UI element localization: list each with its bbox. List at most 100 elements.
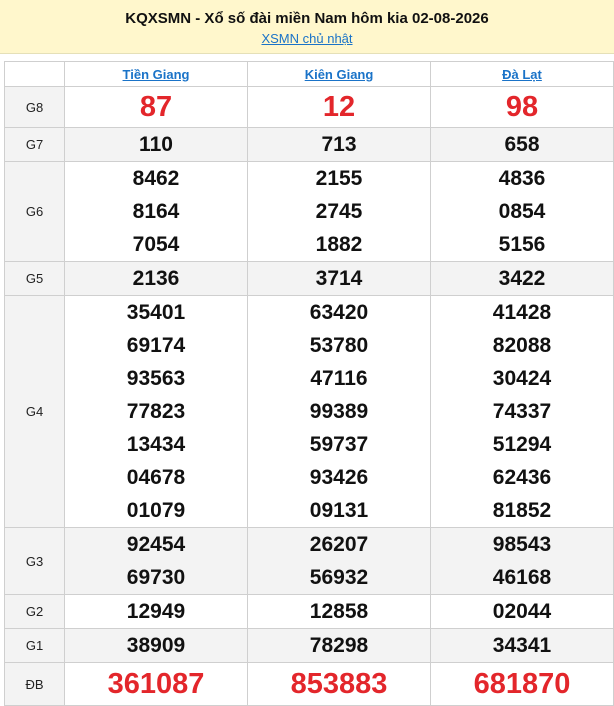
prize-header-cell [4, 61, 65, 87]
result-number: 26207 [309, 533, 369, 556]
result-number: 13434 [126, 433, 186, 456]
province-link-da-lat[interactable]: Đà Lạt [502, 67, 542, 82]
result-number: 0854 [498, 200, 546, 223]
result-number: 77823 [126, 400, 186, 423]
result-number: 69174 [126, 334, 186, 357]
prize-label: G6 [4, 161, 65, 262]
xsmn-sunday-link[interactable]: XSMN chủ nhật [261, 31, 352, 46]
result-number: 93426 [309, 466, 369, 489]
result-number: 98 [505, 91, 539, 123]
result-number: 09131 [309, 499, 369, 522]
result-cell: 110 [64, 127, 248, 162]
result-number: 81852 [492, 499, 552, 522]
prize-row-8: ĐB 361087 853883 681870 [4, 662, 614, 706]
result-cell: 35401 69174 93563 77823 13434 04678 01079 [64, 295, 248, 528]
result-number: 34341 [492, 634, 552, 657]
result-cell: 12949 [64, 594, 248, 629]
result-number: 98543 [492, 533, 552, 556]
prize-row-2: G6 8462 8164 7054 2155 2745 1882 4836 0854 5156 [4, 161, 614, 262]
result-cell: 3422 [430, 261, 614, 296]
prize-label: ĐB [4, 662, 65, 706]
result-number: 69730 [126, 566, 186, 589]
result-number: 38909 [126, 634, 186, 657]
result-number: 51294 [492, 433, 552, 456]
result-number: 01079 [126, 499, 186, 522]
result-cell: 87 [64, 86, 248, 128]
province-header-row: Tiền Giang Kiên Giang Đà Lạt [4, 61, 614, 87]
result-number: 3422 [498, 267, 546, 290]
province-link-kien-giang[interactable]: Kiên Giang [305, 67, 374, 82]
prize-row-1: G7 110 713 658 [4, 127, 614, 162]
result-number: 12 [322, 91, 356, 123]
province-header-cell: Đà Lạt [430, 61, 614, 87]
prize-row-6: G2 12949 12858 02044 [4, 594, 614, 629]
prize-row-3: G5 2136 3714 3422 [4, 261, 614, 296]
result-number: 8462 [132, 167, 180, 190]
result-cell: 41428 82088 30424 74337 51294 62436 81852 [430, 295, 614, 528]
prize-row-4: G4 35401 69174 93563 77823 13434 04678 01079 634… [4, 295, 614, 528]
result-number: 63420 [309, 301, 369, 324]
result-number: 2745 [315, 200, 363, 223]
prize-row-7: G1 38909 78298 34341 [4, 628, 614, 663]
result-number: 853883 [290, 668, 388, 700]
result-cell: 92454 69730 [64, 527, 248, 595]
result-number: 92454 [126, 533, 186, 556]
result-cell: 8462 8164 7054 [64, 161, 248, 262]
result-number: 59737 [309, 433, 369, 456]
province-header-cell: Tiền Giang [64, 61, 248, 87]
result-number: 62436 [492, 466, 552, 489]
prize-table-body: G8 87 12 98 G7 110 713 658 G6 8462 8164 7054 2155 274… [4, 86, 614, 706]
prize-label: G8 [4, 86, 65, 128]
result-cell: 34341 [430, 628, 614, 663]
result-cell: 12858 [247, 594, 431, 629]
result-cell: 3714 [247, 261, 431, 296]
page-title: KQXSMN - Xổ số đài miền Nam hôm kia 02-0… [125, 10, 489, 27]
result-number: 82088 [492, 334, 552, 357]
result-cell: 78298 [247, 628, 431, 663]
result-number: 74337 [492, 400, 552, 423]
result-number: 12858 [309, 600, 369, 623]
result-cell: 4836 0854 5156 [430, 161, 614, 262]
result-number: 93563 [126, 367, 186, 390]
result-number: 3714 [315, 267, 363, 290]
result-number: 30424 [492, 367, 552, 390]
prize-row-0: G8 87 12 98 [4, 86, 614, 128]
result-cell: 02044 [430, 594, 614, 629]
result-cell: 361087 [64, 662, 248, 706]
result-cell: 2155 2745 1882 [247, 161, 431, 262]
result-number: 681870 [473, 668, 571, 700]
result-cell: 853883 [247, 662, 431, 706]
result-cell: 12 [247, 86, 431, 128]
result-number: 1882 [315, 233, 363, 256]
result-number: 87 [139, 91, 173, 123]
result-cell: 98543 46168 [430, 527, 614, 595]
result-number: 5156 [498, 233, 546, 256]
result-cell: 713 [247, 127, 431, 162]
result-number: 78298 [309, 634, 369, 657]
result-number: 35401 [126, 301, 186, 324]
result-number: 04678 [126, 466, 186, 489]
result-number: 47116 [310, 367, 368, 390]
province-link-tien-giang[interactable]: Tiền Giang [123, 67, 190, 82]
result-number: 41428 [492, 301, 552, 324]
result-number: 2155 [315, 167, 363, 190]
prize-label: G3 [4, 527, 65, 595]
result-cell: 98 [430, 86, 614, 128]
result-number: 110 [139, 133, 173, 156]
result-number: 361087 [107, 668, 205, 700]
prize-label: G7 [4, 127, 65, 162]
result-number: 46168 [492, 566, 552, 589]
prize-label: G5 [4, 261, 65, 296]
results-table: Tiền Giang Kiên Giang Đà Lạt G8 87 12 98 G7 1… [4, 61, 614, 706]
result-number: 8164 [132, 200, 180, 223]
result-cell: 63420 53780 47116 99389 59737 93426 09131 [247, 295, 431, 528]
prize-label: G4 [4, 295, 65, 528]
result-number: 658 [504, 133, 540, 156]
prize-label: G1 [4, 628, 65, 663]
result-cell: 38909 [64, 628, 248, 663]
page-header: KQXSMN - Xổ số đài miền Nam hôm kia 02-0… [0, 0, 614, 54]
result-number: 56932 [309, 566, 369, 589]
province-header-cell: Kiên Giang [247, 61, 431, 87]
result-number: 02044 [492, 600, 552, 623]
result-number: 713 [321, 133, 357, 156]
